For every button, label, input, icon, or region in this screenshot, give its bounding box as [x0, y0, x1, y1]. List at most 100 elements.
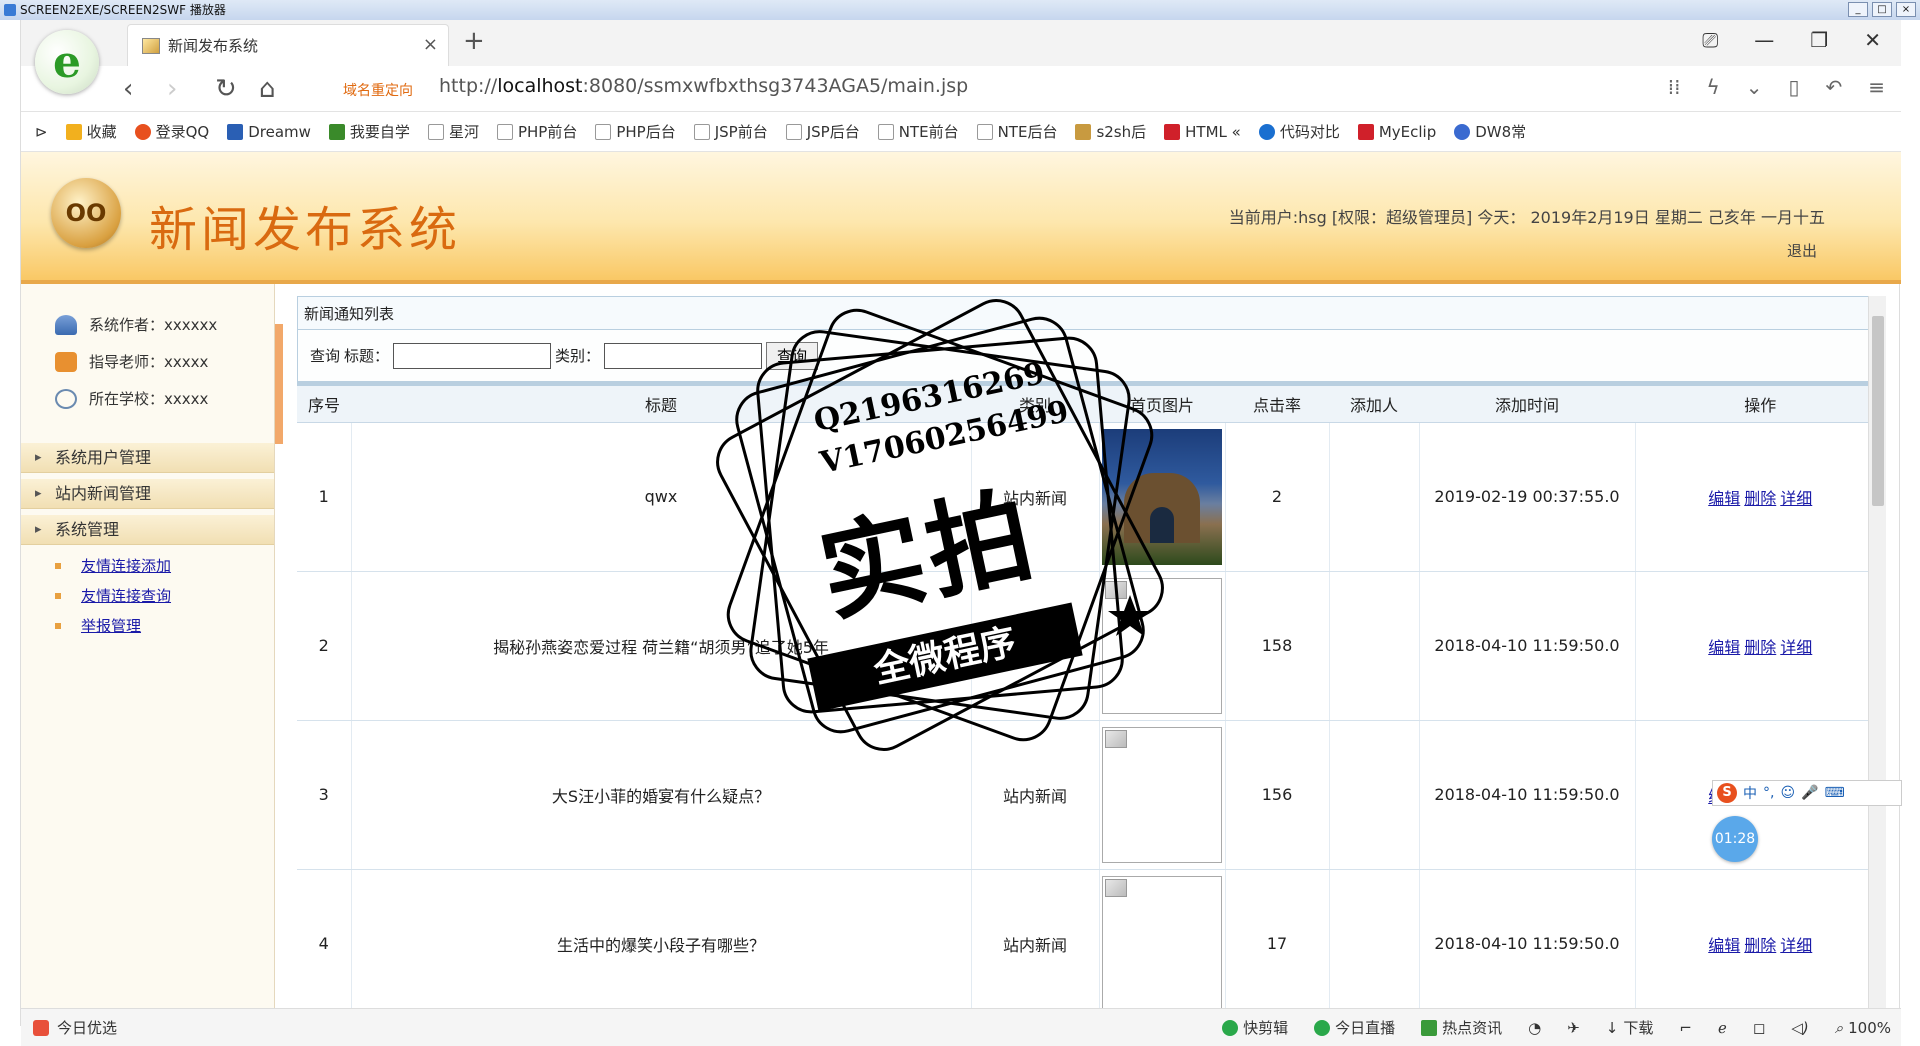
status-live[interactable]: 今日直播	[1314, 1017, 1395, 1038]
query-label: 查询	[310, 347, 341, 365]
link-add-link[interactable]: 友情连接添加	[81, 557, 171, 575]
status-speed[interactable]: ◔	[1528, 1019, 1541, 1037]
download-icon: ↓	[1605, 1018, 1619, 1037]
close-button[interactable]: ✕	[1864, 28, 1881, 52]
ime-toolbar[interactable]: S 中 °, ☺ 🎤 ⌨	[1712, 780, 1902, 806]
title-search-input[interactable]	[393, 342, 552, 369]
status-ie[interactable]: ℯ	[1718, 1019, 1727, 1037]
scrollbar-thumb[interactable]	[1872, 316, 1884, 506]
category-search-input[interactable]	[604, 342, 763, 369]
bookmark-item[interactable]: 登录QQ	[134, 121, 209, 142]
status-left[interactable]: 今日优选	[33, 1017, 117, 1038]
home-icon[interactable]: ⌂	[259, 74, 276, 104]
logout-link[interactable]: 退出	[1787, 240, 1817, 261]
bookmark-item[interactable]: DW8常	[1454, 121, 1526, 142]
bookmark-icon	[328, 123, 345, 140]
bookmark-item[interactable]: MyEclip	[1357, 123, 1436, 141]
reader-icon[interactable]: ▯	[1788, 75, 1799, 99]
cell-image	[1099, 422, 1226, 572]
bookmark-item[interactable]: HTML «	[1164, 123, 1241, 141]
edit-link[interactable]: 编辑	[1708, 638, 1740, 657]
cell-image	[1099, 720, 1226, 870]
clock-icon	[55, 388, 77, 409]
bookmark-item[interactable]: Dreamw	[227, 123, 311, 141]
status-quick-edit[interactable]: 快剪辑	[1222, 1017, 1288, 1038]
edit-link[interactable]: 编辑	[1708, 936, 1740, 955]
browser-logo-icon[interactable]: e	[35, 30, 99, 94]
player-close-button[interactable]: ×	[1896, 2, 1916, 17]
detail-link[interactable]: 详细	[1780, 936, 1812, 955]
bookmark-item[interactable]: PHP后台	[595, 121, 676, 142]
sidebar: 系统作者：xxxxxx 指导老师：xxxxx 所在学校：xxxxx 系统用户管理…	[21, 284, 275, 1008]
minimize-button[interactable]: —	[1754, 28, 1774, 52]
bookmark-item[interactable]: NTE后台	[976, 121, 1057, 142]
bookmark-item[interactable]: JSP前台	[693, 121, 768, 142]
broken-image-icon	[1105, 878, 1127, 897]
tab-close-icon[interactable]: ×	[423, 34, 438, 55]
status-window[interactable]: ◻	[1753, 1019, 1765, 1037]
delete-link[interactable]: 删除	[1744, 936, 1776, 955]
info-teacher: 指导老师：xxxxx	[21, 343, 274, 380]
bookmark-item[interactable]: JSP后台	[785, 121, 860, 142]
ime-emoji-icon[interactable]: ☺	[1780, 785, 1795, 801]
undo-icon[interactable]: ↶	[1825, 75, 1842, 99]
cell-category: 站内新闻	[971, 422, 1100, 572]
player-maximize-button[interactable]: □	[1872, 2, 1892, 17]
report-management-link[interactable]: 举报管理	[81, 617, 141, 635]
paw-icon	[1454, 123, 1471, 140]
new-tab-button[interactable]: +	[463, 26, 485, 56]
bookmark-item[interactable]: 我要自学	[328, 121, 410, 142]
bookmark-item[interactable]: NTE前台	[877, 121, 959, 142]
menu-icon[interactable]: ≡	[1868, 75, 1885, 99]
news-thumbnail	[1102, 726, 1222, 863]
bookmark-item[interactable]: 星河	[427, 121, 479, 142]
sidebar-splitter[interactable]	[275, 324, 283, 444]
edit-link[interactable]: 编辑	[1708, 489, 1740, 508]
sogou-icon: S	[1717, 783, 1737, 803]
search-button[interactable]: 查询	[766, 341, 819, 370]
sidebar-toggle-icon[interactable]: ⊳	[35, 123, 48, 141]
restore-button[interactable]: ❐	[1810, 28, 1828, 52]
detail-link[interactable]: 详细	[1780, 489, 1812, 508]
bookmark-item[interactable]: PHP前台	[496, 121, 577, 142]
menu-news-management[interactable]: 站内新闻管理	[21, 479, 274, 509]
sidebar-info: 系统作者：xxxxxx 指导老师：xxxxx 所在学校：xxxxx	[21, 284, 274, 417]
bookmark-item[interactable]: s2sh后	[1075, 121, 1146, 142]
ime-keyboard-icon[interactable]: ⌨	[1825, 785, 1845, 801]
bookmark-item[interactable]: 代码对比	[1258, 121, 1340, 142]
menu-system-management[interactable]: 系统管理	[21, 515, 274, 545]
reload-icon[interactable]: ↻	[215, 74, 237, 104]
status-sound[interactable]: ◁)	[1791, 1019, 1808, 1037]
status-hot-news[interactable]: 热点资讯	[1421, 1017, 1502, 1038]
player-minimize-button[interactable]: _	[1848, 2, 1868, 17]
menu-user-management[interactable]: 系统用户管理	[21, 443, 274, 473]
page-icon	[595, 123, 612, 140]
forward-arrow-icon[interactable]: ›	[167, 74, 177, 104]
skin-icon[interactable]: ⎚	[1702, 28, 1718, 52]
broken-image-icon	[1105, 580, 1127, 599]
chevron-down-icon[interactable]: ⌄	[1746, 75, 1763, 99]
detail-link[interactable]: 详细	[1780, 638, 1812, 657]
cell-ops: 编辑删除详细	[1635, 422, 1886, 572]
delete-link[interactable]: 删除	[1744, 638, 1776, 657]
ime-lang[interactable]: 中	[1743, 783, 1757, 803]
url-input[interactable]: http://localhost:8080/ssmxwfbxthsg3743AG…	[439, 75, 968, 97]
sidebar-menu: 系统用户管理 站内新闻管理 系统管理 友情连接添加 友情连接查询 举报管理	[21, 443, 274, 641]
lightning-icon[interactable]: ϟ	[1706, 75, 1719, 99]
content-scrollbar[interactable]	[1868, 296, 1886, 1008]
status-layout[interactable]: ⌐	[1679, 1019, 1692, 1037]
info-author: 系统作者：xxxxxx	[21, 306, 274, 343]
status-pin[interactable]: ✈	[1567, 1019, 1580, 1037]
status-download[interactable]: ↓ 下载	[1606, 1017, 1654, 1038]
ime-punct[interactable]: °,	[1763, 785, 1774, 801]
ime-mic-icon[interactable]: 🎤	[1801, 785, 1818, 801]
delete-link[interactable]: 删除	[1744, 489, 1776, 508]
bookmark-item[interactable]: 收藏	[65, 121, 117, 142]
tab-news-system[interactable]: 新闻发布系统 ×	[127, 24, 449, 66]
status-zoom[interactable]: ⌕ 100%	[1835, 1019, 1891, 1037]
link-query-link[interactable]: 友情连接查询	[81, 587, 171, 605]
tab-bar: e 新闻发布系统 × + ⎚ — ❐ ✕	[21, 20, 1901, 94]
grid-icon[interactable]: ⁞⁞	[1668, 75, 1681, 99]
recording-timer[interactable]: 01:28	[1712, 816, 1758, 862]
back-arrow-icon[interactable]: ‹	[123, 74, 133, 104]
